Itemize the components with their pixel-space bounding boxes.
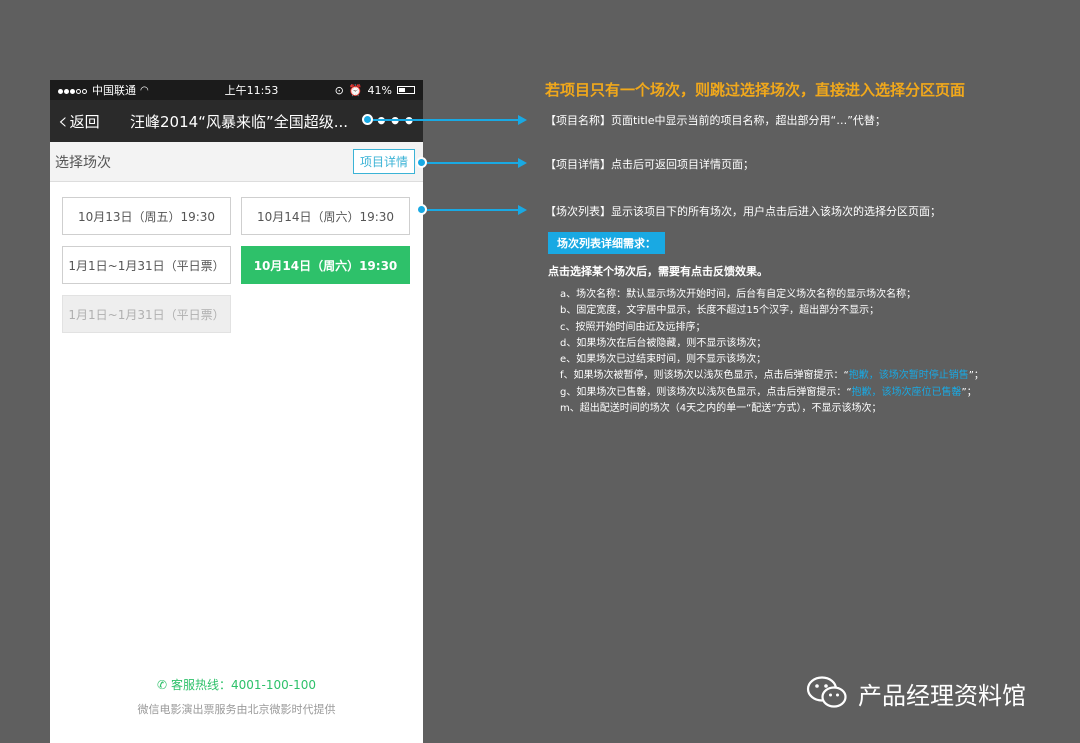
status-time: 上午11:53 xyxy=(224,84,279,97)
hotline-text: 客服热线：4001-100-100 xyxy=(171,678,317,692)
phone-screen: 中国联通 ◠ 上午11:53 ⊙ ⏰ 41% ‹ 返回 汪峰2014“风暴来临”… xyxy=(50,80,423,743)
battery-percent: 41% xyxy=(367,83,392,97)
more-menu-icon[interactable]: ••• xyxy=(375,109,415,133)
annotation-dot xyxy=(362,114,373,125)
rule-d: d、如果场次在后台被隐藏，则不显示该场次； xyxy=(560,337,767,349)
annotation-line xyxy=(427,162,519,164)
rule-m: m、超出配送时间的场次（4天之内的单一“配送”方式），不显示该场次； xyxy=(560,403,882,415)
session-item[interactable]: 10月13日（周五）19:30 xyxy=(62,197,231,235)
back-label: 返回 xyxy=(69,112,100,131)
footer: ✆ 客服热线：4001-100-100 微信电影演出票服务由北京微影时代提供 xyxy=(50,676,423,717)
rule-b: b、固定宽度，文字居中显示，长度不超过15个汉字，超出部分不显示； xyxy=(560,305,880,317)
annotation-arrow xyxy=(518,158,527,168)
wechat-icon xyxy=(806,676,847,708)
rule-g-end: ”； xyxy=(961,386,977,398)
page-title: 汪峰2014“风暴来临”全国超级... xyxy=(130,112,349,131)
rule-f-text: f、如果场次被暂停，则该场次以浅灰色显示，点击后弹窗提示：“ xyxy=(560,370,849,382)
alarm-icon: ⏰ xyxy=(348,83,363,97)
watermark-text: 产品经理资料馆 xyxy=(858,681,1026,710)
signal-icon xyxy=(58,84,88,97)
session-item[interactable]: 1月1日~1月31日（平日票） xyxy=(62,246,231,284)
back-button[interactable]: ‹ 返回 xyxy=(58,107,130,135)
annotation-headline: 若项目只有一个场次，则跳过选择场次，直接进入选择分区页面 xyxy=(545,81,966,99)
annotation-project-detail: 【项目详情】点击后可返回项目详情页面； xyxy=(545,158,754,171)
phone-icon: ✆ xyxy=(156,677,168,692)
section-title: 选择场次 xyxy=(55,154,111,171)
annotation-dot xyxy=(416,204,427,215)
rule-a: a、场次名称：默认显示场次开始时间，后台有自定义场次名称的显示场次名称； xyxy=(560,289,917,300)
rotation-lock-icon: ⊙ xyxy=(334,83,344,97)
carrier-label: 中国联通 xyxy=(92,84,136,97)
annotation-project-name: 【项目名称】页面title中显示当前的项目名称，超出部分用“…”代替； xyxy=(545,114,886,127)
project-detail-button[interactable]: 项目详情 xyxy=(352,149,415,174)
annotation-dot xyxy=(416,157,427,168)
session-item[interactable]: 10月14日（周六）19:30 xyxy=(241,197,410,235)
rule-c: c、按照开始时间由近及远排序； xyxy=(560,321,706,333)
wifi-icon: ◠ xyxy=(140,84,149,96)
rule-e: e、如果场次已过结束时间，则不显示该场次； xyxy=(560,354,767,366)
requirement-tag: 场次列表详细需求： xyxy=(548,232,665,254)
session-item-disabled[interactable]: 1月1日~1月31日（平日票） xyxy=(62,295,231,333)
battery-icon xyxy=(397,86,415,94)
annotation-line xyxy=(373,119,519,121)
session-list: 10月13日（周五）19:30 10月14日（周六）19:30 1月1日~1月3… xyxy=(50,182,423,333)
watermark: 产品经理资料馆 xyxy=(806,675,1026,711)
rule-f: f、如果场次被暂停，则该场次以浅灰色显示，点击后弹窗提示：“抱歉，该场次暂时停止… xyxy=(560,368,984,384)
rule-g-highlight: 抱歉，该场次座位已售罄 xyxy=(851,386,962,398)
rule-f-end: ”； xyxy=(968,370,984,382)
requirement-rules: a、场次名称：默认显示场次开始时间，后台有自定义场次名称的显示场次名称； b、固… xyxy=(560,287,984,417)
rule-g-text: g、如果场次已售罄，则该场次以浅灰色显示，点击后弹窗提示：“ xyxy=(560,386,852,398)
hotline-link[interactable]: ✆ 客服热线：4001-100-100 xyxy=(50,676,423,693)
session-item-selected[interactable]: 10月14日（周六）19:30 xyxy=(241,246,410,284)
annotation-arrow xyxy=(518,205,527,215)
rule-f-highlight: 抱歉，该场次暂时停止销售 xyxy=(848,370,969,382)
rule-g: g、如果场次已售罄，则该场次以浅灰色显示，点击后弹窗提示：“抱歉，该场次座位已售… xyxy=(560,385,984,401)
annotation-line xyxy=(427,209,519,211)
provider-text: 微信电影演出票服务由北京微影时代提供 xyxy=(137,703,336,716)
chevron-left-icon: ‹ xyxy=(58,107,68,135)
session-header: 选择场次 项目详情 xyxy=(50,142,423,182)
annotation-session-list: 【场次列表】显示该项目下的所有场次，用户点击后进入该场次的选择分区页面； xyxy=(545,205,941,218)
annotation-arrow xyxy=(518,115,527,125)
status-bar: 中国联通 ◠ 上午11:53 ⊙ ⏰ 41% xyxy=(50,80,423,100)
requirement-intro: 点击选择某个场次后，需要有点击反馈效果。 xyxy=(548,265,768,278)
